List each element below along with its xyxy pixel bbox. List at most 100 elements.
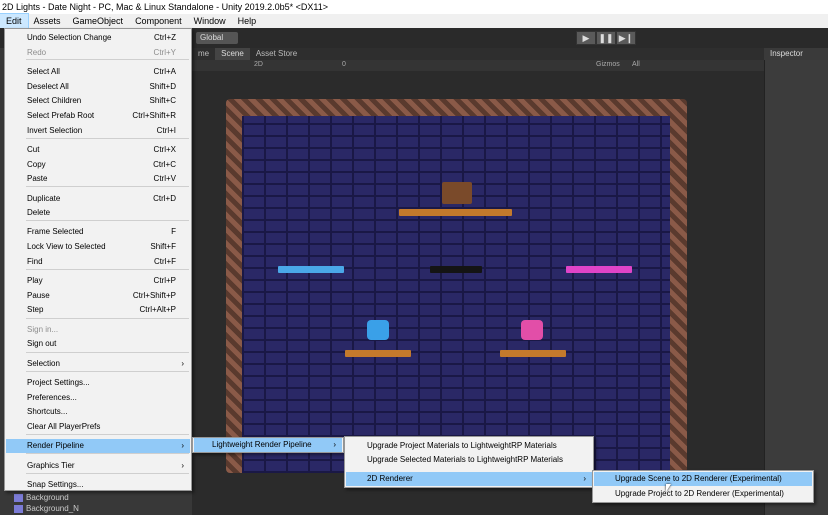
chevron-right-icon: › [181, 359, 184, 368]
shortcut-label: Ctrl+Y [153, 48, 176, 57]
menu-item-redo[interactable]: Redo Ctrl+Y [6, 46, 190, 60]
menu-item-pause[interactable]: Pause Ctrl+Shift+P [6, 289, 190, 303]
lamp-table [442, 182, 472, 204]
gizmos-dropdown[interactable]: Gizmos [596, 61, 620, 68]
menu-item-invert-selection[interactable]: Invert Selection Ctrl+I [6, 124, 190, 138]
tab-scene[interactable]: Scene [215, 48, 250, 60]
mouse-cursor-icon [666, 484, 671, 492]
step-button[interactable]: ▶❙ [616, 31, 636, 45]
menu-item-copy[interactable]: Copy Ctrl+C [6, 158, 190, 172]
hierarchy-item[interactable]: Background [14, 493, 69, 502]
window-title: 2D Lights - Date Night - PC, Mac & Linux… [0, 0, 828, 14]
menu-item-select-prefab-root[interactable]: Select Prefab Root Ctrl+Shift+R [6, 109, 190, 123]
chevron-right-icon: › [333, 440, 336, 449]
play-button[interactable]: ▶ [576, 31, 596, 45]
shortcut-label: Ctrl+I [156, 126, 176, 135]
tab-asset-store[interactable]: Asset Store [250, 48, 303, 60]
menu-item-deselect-all[interactable]: Deselect All Shift+D [6, 80, 190, 94]
hidden-count: 0 [342, 61, 346, 68]
menu-item-graphics-tier[interactable]: Graphics Tier › [6, 459, 190, 473]
shortcut-label: Ctrl+C [153, 160, 176, 169]
render-pipeline-submenu: Lightweight Render Pipeline › [192, 437, 344, 453]
edit-menu: Undo Selection Change Ctrl+Z Redo Ctrl+Y Sel… [4, 28, 192, 491]
shortcut-label: Ctrl+Alt+P [139, 305, 176, 314]
global-toggle[interactable]: Global [196, 32, 238, 44]
2d-renderer-submenu: Upgrade Scene to 2D Renderer (Experiment… [592, 470, 814, 503]
menu-item-lightweight-rp[interactable]: Lightweight Render Pipeline › [194, 438, 342, 452]
shortcut-label: Ctrl+Z [154, 33, 176, 42]
menu-item-play[interactable]: Play Ctrl+P [6, 274, 190, 288]
pause-button[interactable]: ❚❚ [596, 31, 616, 45]
menu-bar: Edit Assets GameObject Component Window … [0, 13, 828, 29]
menu-item-paste[interactable]: Paste Ctrl+V [6, 172, 190, 186]
shortcut-label: Ctrl+A [153, 67, 176, 76]
menu-item-snap-settings[interactable]: Snap Settings... [6, 478, 190, 492]
menu-gameobject[interactable]: GameObject [67, 14, 130, 28]
menu-separator [26, 473, 189, 474]
chevron-right-icon: › [181, 461, 184, 470]
menu-item-cut[interactable]: Cut Ctrl+X [6, 143, 190, 157]
scene-search[interactable]: All [632, 61, 640, 68]
platform-pink [566, 266, 632, 273]
menu-item-clear-all-playerprefs[interactable]: Clear All PlayerPrefs [6, 420, 190, 434]
platform-blue [278, 266, 344, 273]
menu-assets[interactable]: Assets [28, 14, 67, 28]
shortcut-label: Ctrl+X [153, 145, 176, 154]
gameobject-icon [14, 504, 23, 513]
menu-item-upgrade-project-materials[interactable]: Upgrade Project Materials to Lightweight… [346, 439, 592, 453]
menu-item-find[interactable]: Find Ctrl+F [6, 255, 190, 269]
chevron-right-icon: › [181, 441, 184, 450]
menu-item-upgrade-selected-materials[interactable]: Upgrade Selected Materials to Lightweigh… [346, 453, 592, 467]
tab-inspector[interactable]: Inspector [764, 48, 828, 60]
menu-separator [26, 269, 189, 270]
hierarchy-item[interactable]: Background_N [14, 504, 79, 513]
menu-edit[interactable]: Edit [0, 13, 29, 29]
menu-item-preferences[interactable]: Preferences... [6, 391, 190, 405]
shortcut-label: Ctrl+Shift+P [132, 291, 176, 300]
view-tabs: me Scene Asset Store [192, 48, 764, 60]
menu-item-render-pipeline[interactable]: Render Pipeline › [6, 439, 190, 453]
menu-item-delete[interactable]: Delete [6, 206, 190, 220]
menu-item-select-all[interactable]: Select All Ctrl+A [6, 65, 190, 79]
menu-separator [26, 138, 189, 139]
menu-item-frame-selected[interactable]: Frame Selected F [6, 225, 190, 239]
menu-separator [26, 371, 189, 372]
menu-separator [26, 318, 189, 319]
menu-item-duplicate[interactable]: Duplicate Ctrl+D [6, 192, 190, 206]
platform-left [345, 350, 411, 357]
menu-separator [26, 220, 189, 221]
menu-item-step[interactable]: Step Ctrl+Alt+P [6, 303, 190, 317]
brick-wall [242, 116, 670, 473]
menu-separator [26, 186, 189, 187]
menu-item-project-settings[interactable]: Project Settings... [6, 376, 190, 390]
scene-toolbar: 2D Gizmos All 0 [192, 60, 764, 71]
play-controls: ▶ ❚❚ ▶❙ [576, 31, 636, 45]
menu-item-undo-selection-change[interactable]: Undo Selection Change Ctrl+Z [6, 31, 190, 45]
lwrp-submenu: Upgrade Project Materials to Lightweight… [344, 436, 594, 488]
shortcut-label: Ctrl+P [153, 276, 176, 285]
menu-item-upgrade-project-2d[interactable]: Upgrade Project to 2D Renderer (Experime… [594, 487, 812, 501]
menu-separator [26, 434, 189, 435]
platform-top [399, 209, 512, 216]
platform-dark [430, 266, 482, 273]
menu-window[interactable]: Window [188, 14, 232, 28]
menu-item-shortcuts[interactable]: Shortcuts... [6, 405, 190, 419]
2d-toggle[interactable]: 2D [254, 61, 263, 68]
menu-item-2d-renderer[interactable]: 2D Renderer › [346, 472, 592, 486]
menu-component[interactable]: Component [129, 14, 188, 28]
shortcut-label: Ctrl+V [153, 174, 176, 183]
menu-item-select-children[interactable]: Select Children Shift+C [6, 94, 190, 108]
menu-help[interactable]: Help [232, 14, 263, 28]
character-blue [367, 320, 389, 340]
shortcut-label: Ctrl+Shift+R [132, 111, 176, 120]
menu-item-upgrade-scene-2d[interactable]: Upgrade Scene to 2D Renderer (Experiment… [594, 472, 812, 486]
tab-game[interactable]: me [192, 48, 215, 60]
shortcut-label: Shift+D [149, 82, 176, 91]
gameobject-icon [14, 493, 23, 502]
menu-item-sign-in[interactable]: Sign in... [6, 323, 190, 337]
shortcut-label: Ctrl+D [153, 194, 176, 203]
menu-separator [26, 453, 189, 454]
menu-item-sign-out[interactable]: Sign out [6, 337, 190, 351]
menu-item-selection[interactable]: Selection › [6, 357, 190, 371]
menu-item-lock-view-to-selected[interactable]: Lock View to Selected Shift+F [6, 240, 190, 254]
